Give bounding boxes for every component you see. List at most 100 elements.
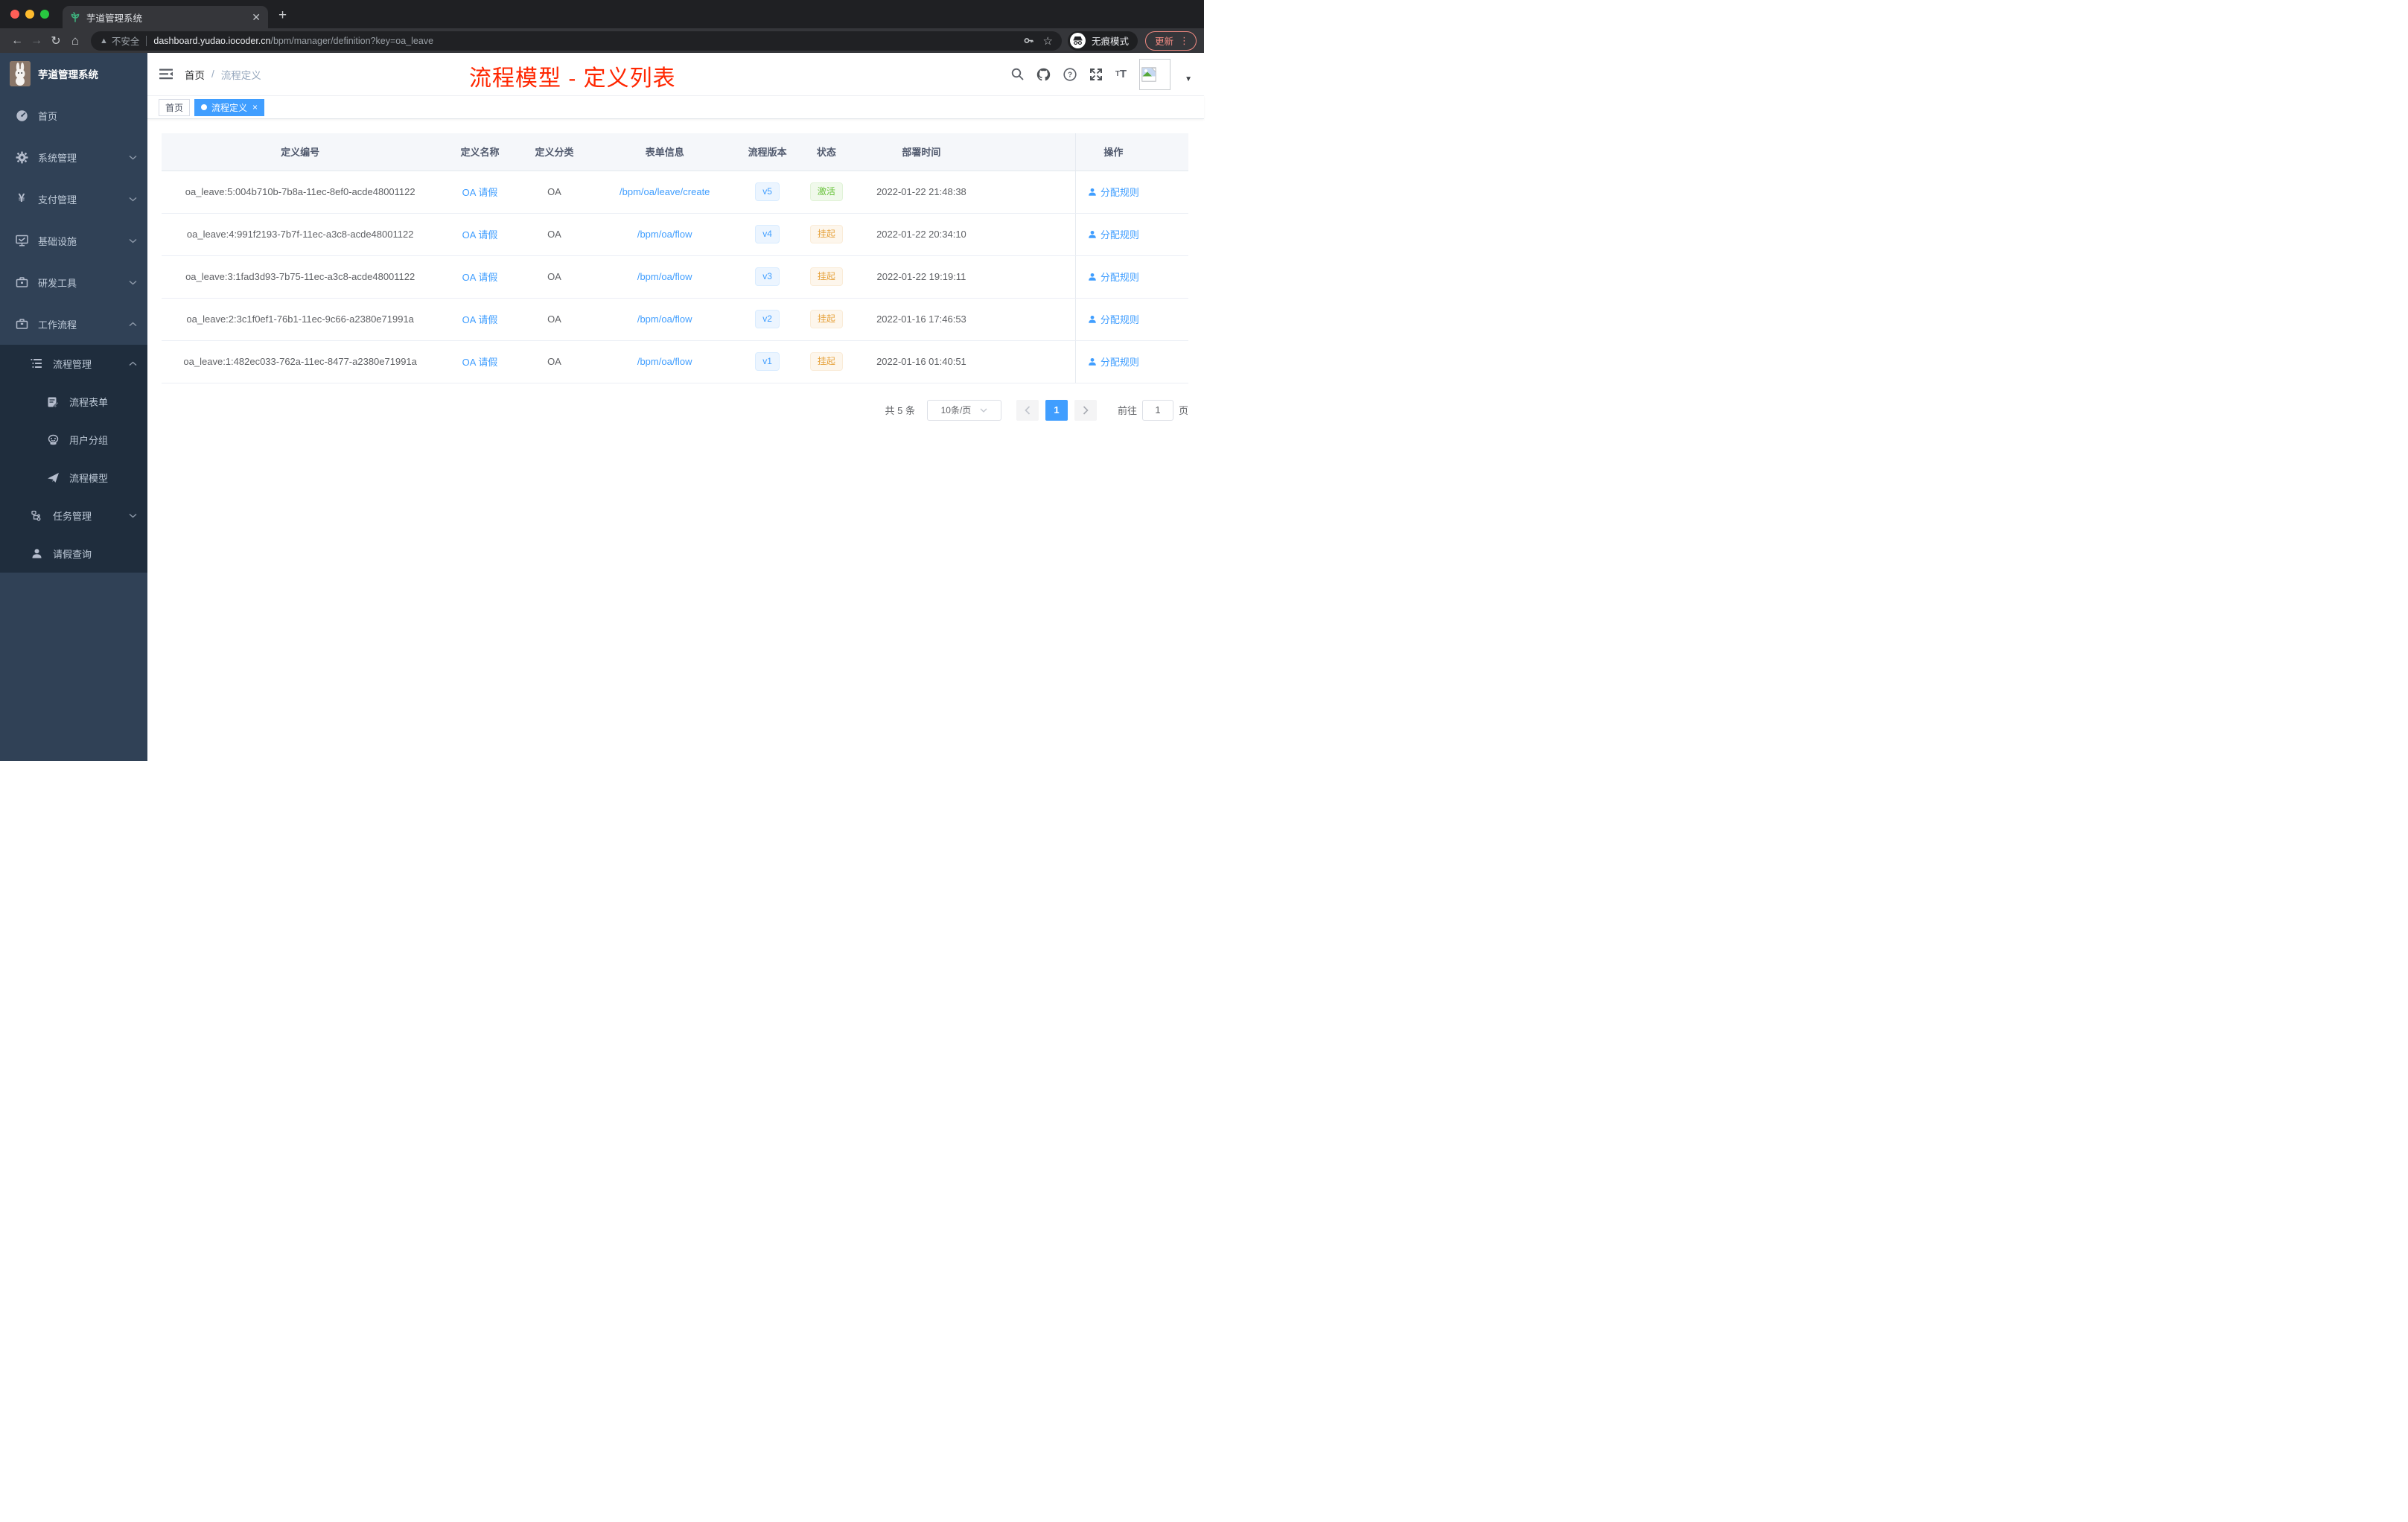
assign-rule-button[interactable]: 分配规则 [1088, 354, 1139, 369]
assign-rule-button[interactable]: 分配规则 [1088, 270, 1139, 284]
font-size-icon[interactable]: TT [1115, 68, 1127, 80]
search-icon[interactable] [1011, 68, 1024, 80]
tag-process-definition[interactable]: 流程定义 × [194, 98, 265, 116]
assign-rule-button[interactable]: 分配规则 [1088, 185, 1139, 199]
sidebar-logo[interactable]: 芋道管理系统 [0, 53, 147, 95]
definition-name-link[interactable]: OA 请假 [462, 229, 498, 241]
sidebar-item-task-management[interactable]: 任务管理 [0, 497, 147, 535]
definition-name-link[interactable]: OA 请假 [462, 272, 498, 283]
definition-name-link[interactable]: OA 请假 [462, 314, 498, 325]
form-link[interactable]: /bpm/oa/flow [637, 229, 692, 240]
caret-down-icon[interactable]: ▼ [1185, 75, 1192, 83]
github-icon[interactable] [1036, 68, 1051, 81]
page-unit-label: 页 [1178, 405, 1188, 416]
assign-rule-button[interactable]: 分配规则 [1088, 227, 1139, 241]
window-controls [10, 10, 49, 19]
new-tab-button[interactable]: + [278, 7, 287, 24]
tab-close-icon[interactable]: ✕ [252, 11, 261, 24]
form-link[interactable]: /bpm/oa/leave/create [619, 186, 710, 197]
definition-category: OA [547, 229, 561, 240]
key-icon[interactable] [1023, 35, 1034, 46]
breadcrumb-home[interactable]: 首页 [185, 67, 205, 82]
page-size-select[interactable]: 10条/页 [926, 399, 1001, 421]
col-process-version: 流程版本 [742, 133, 794, 171]
col-status: 状态 [793, 133, 860, 171]
yen-icon: ¥ [18, 192, 25, 205]
menu-dots-icon[interactable]: ⋮ [1179, 35, 1189, 47]
table-row: oa_leave:5:004b710b-7b8a-11ec-8ef0-acde4… [162, 171, 1188, 214]
goto-page-input[interactable] [1141, 399, 1173, 421]
avatar-image[interactable] [1139, 58, 1171, 90]
help-icon[interactable]: ? [1063, 67, 1077, 81]
deploy-time: 2022-01-22 19:19:11 [876, 271, 966, 282]
table-header-row: 定义编号 定义名称 定义分类 表单信息 流程版本 状态 部署时间 操作 [162, 133, 1188, 171]
star-icon[interactable]: ☆ [1043, 34, 1053, 48]
hamburger-icon[interactable] [159, 69, 173, 80]
definition-id: oa_leave:1:482ec033-762a-11ec-8477-a2380… [183, 356, 417, 367]
sidebar-item-process-model[interactable]: 流程模型 [0, 459, 147, 497]
pagination-total: 共 5 条 [885, 405, 915, 416]
dashboard-icon [15, 109, 28, 122]
form-link[interactable]: /bpm/oa/flow [637, 271, 692, 282]
tab-title: 芋道管理系统 [86, 13, 143, 24]
browser-tab-strip: 芋道管理系统 ✕ + [0, 0, 1204, 28]
prev-page-button[interactable] [1016, 399, 1039, 421]
send-icon [46, 472, 60, 483]
form-link[interactable]: /bpm/oa/flow [637, 356, 692, 367]
sidebar-item-payment[interactable]: ¥ 支付管理 [0, 178, 147, 220]
version-badge: v3 [755, 267, 780, 286]
zoom-window-button[interactable] [40, 10, 49, 19]
sidebar-item-infrastructure[interactable]: 基础设施 [0, 220, 147, 261]
home-icon[interactable]: ⌂ [66, 34, 85, 48]
breadcrumb: 首页 / 流程定义 [185, 67, 261, 82]
status-badge: 挂起 [809, 352, 843, 371]
breadcrumb-separator: / [211, 69, 214, 80]
svg-text:?: ? [1068, 71, 1072, 79]
sidebar-item-leave-query[interactable]: 请假查询 [0, 535, 147, 573]
definition-table: 定义编号 定义名称 定义分类 表单信息 流程版本 状态 部署时间 操作 oa_l… [162, 133, 1188, 383]
fullscreen-icon[interactable] [1089, 68, 1103, 81]
workflow-submenu: 流程管理 流程表单 用户分组 流程模型 任务管理 请假查询 [0, 345, 147, 573]
logo-avatar [10, 61, 31, 86]
sidebar-item-process-management[interactable]: 流程管理 [0, 345, 147, 383]
assign-rule-button[interactable]: 分配规则 [1088, 312, 1139, 326]
update-button[interactable]: 更新 ⋮ [1144, 31, 1197, 51]
address-bar[interactable]: ▲ 不安全 dashboard.yudao.iocoder.cn /bpm/ma… [91, 31, 1062, 51]
sidebar-item-home[interactable]: 首页 [0, 95, 147, 136]
status-badge: 挂起 [809, 267, 843, 286]
forward-icon[interactable]: → [27, 34, 46, 48]
sidebar-item-workflow[interactable]: 工作流程 [0, 303, 147, 345]
page-number-1[interactable]: 1 [1045, 399, 1068, 421]
close-window-button[interactable] [10, 10, 19, 19]
col-definition-category: 定义分类 [520, 133, 588, 171]
browser-tab[interactable]: 芋道管理系统 ✕ [63, 6, 268, 28]
main-area: 首页 / 流程定义 流程模型 - 定义列表 ? T T ▼ 首页 流程定义 × … [147, 53, 1204, 761]
definition-name-link[interactable]: OA 请假 [462, 187, 498, 198]
briefcase-icon [15, 318, 28, 330]
tag-close-icon[interactable]: × [252, 102, 258, 112]
back-icon[interactable]: ← [7, 34, 27, 48]
app-shell: 芋道管理系统 首页 系统管理 ¥ 支付管理 基础设施 研发工具 工作流程 流程管… [0, 53, 1204, 761]
chevron-up-icon [129, 322, 137, 327]
chevron-down-icon [129, 280, 137, 285]
browser-toolbar: ← → ↻ ⌂ ▲ 不安全 dashboard.yudao.iocoder.cn… [0, 28, 1204, 53]
sidebar-item-devtools[interactable]: 研发工具 [0, 261, 147, 303]
form-link[interactable]: /bpm/oa/flow [637, 313, 692, 325]
gear-icon [15, 151, 28, 164]
app-title: 芋道管理系统 [38, 69, 98, 80]
table-row: oa_leave:4:991f2193-7b7f-11ec-a3c8-acde4… [162, 213, 1188, 256]
reload-icon[interactable]: ↻ [46, 34, 66, 48]
minimize-window-button[interactable] [25, 10, 34, 19]
sidebar-item-process-form[interactable]: 流程表单 [0, 383, 147, 421]
browser-window: 芋道管理系统 ✕ + ← → ↻ ⌂ ▲ 不安全 dashboard.yudao… [0, 0, 1204, 761]
table-row: oa_leave:1:482ec033-762a-11ec-8477-a2380… [162, 340, 1188, 383]
chevron-down-icon [980, 408, 987, 413]
definition-name-link[interactable]: OA 请假 [462, 357, 498, 368]
definition-id: oa_leave:5:004b710b-7b8a-11ec-8ef0-acde4… [185, 186, 415, 197]
sidebar-item-system[interactable]: 系统管理 [0, 136, 147, 178]
next-page-button[interactable] [1074, 399, 1097, 421]
sidebar-item-user-group[interactable]: 用户分组 [0, 421, 147, 459]
tag-home[interactable]: 首页 [159, 98, 191, 116]
col-spacer [983, 133, 1076, 171]
col-actions: 操作 [1074, 133, 1188, 171]
